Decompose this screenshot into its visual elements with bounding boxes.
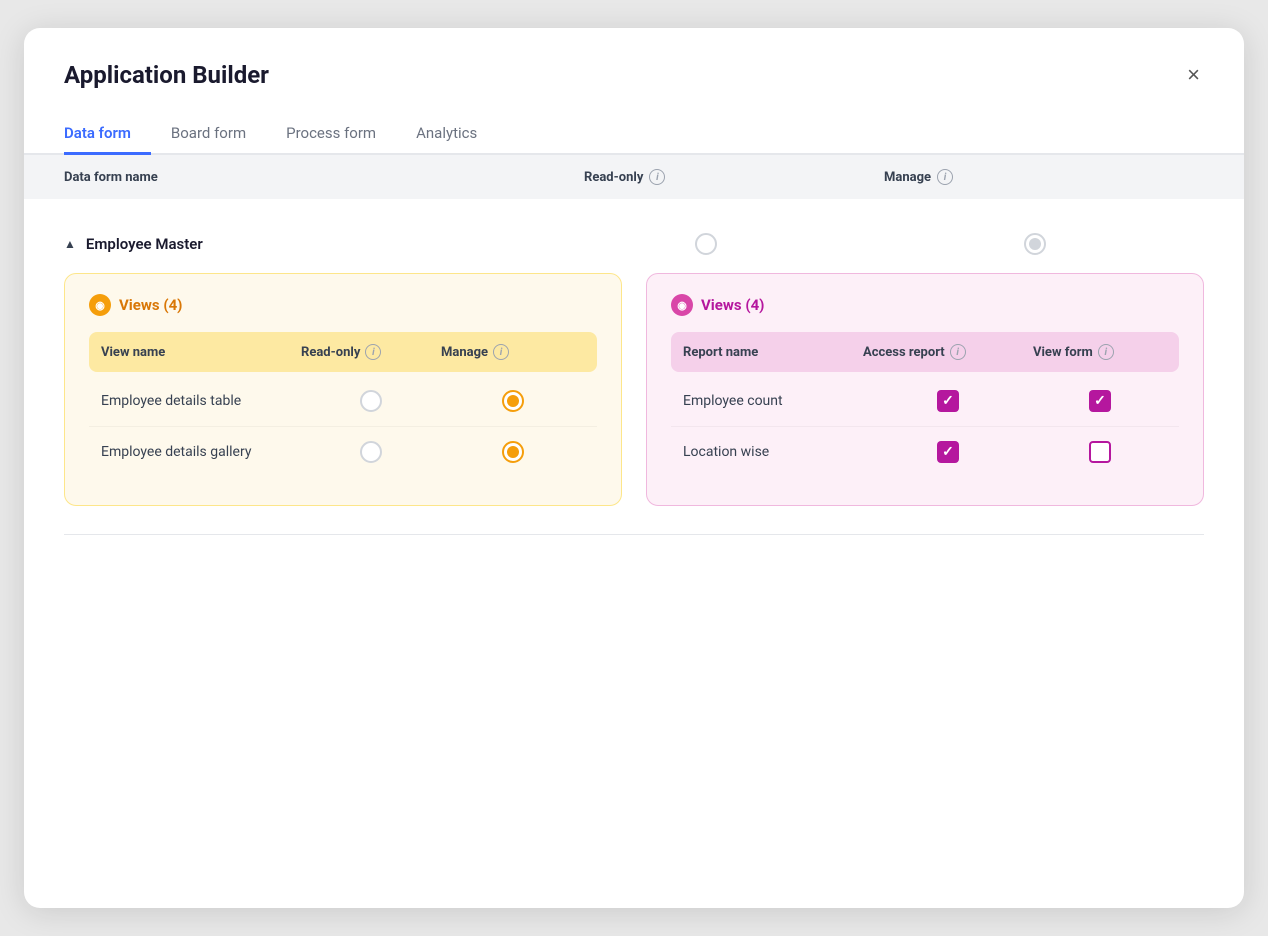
radio-manage-selected[interactable] xyxy=(1024,233,1046,255)
right-row0-view-check[interactable]: ✓ xyxy=(1033,390,1167,412)
right-row0-access-check[interactable]: ✓ xyxy=(863,390,1033,412)
col-header-manage: Manage i xyxy=(884,169,1204,185)
right-col-view-form: View form i xyxy=(1033,344,1167,360)
checkmark-icon: ✓ xyxy=(942,445,954,459)
application-builder-modal: Application Builder × Data form Board fo… xyxy=(24,28,1244,908)
modal-title: Application Builder xyxy=(64,61,269,89)
views-panels: ◉ Views (4) View name Read-only i Manage… xyxy=(64,273,1204,506)
tab-analytics[interactable]: Analytics xyxy=(396,114,497,155)
left-row0-readonly-radio[interactable] xyxy=(301,390,441,412)
close-button[interactable]: × xyxy=(1183,60,1204,90)
left-views-icon: ◉ xyxy=(89,294,111,316)
right-views-icon: ◉ xyxy=(671,294,693,316)
readonly-info-icon[interactable]: i xyxy=(649,169,665,185)
left-col-view-name: View name xyxy=(101,345,301,360)
left-panel-row-1: Employee details gallery xyxy=(89,427,597,477)
view-name-1: Employee details gallery xyxy=(101,444,301,460)
tab-process-form[interactable]: Process form xyxy=(266,114,396,155)
employee-master-readonly-radio[interactable] xyxy=(556,233,856,255)
view-name-0: Employee details table xyxy=(101,393,301,409)
left-manage-info-icon[interactable]: i xyxy=(493,344,509,360)
left-views-panel: ◉ Views (4) View name Read-only i Manage… xyxy=(64,273,622,506)
checkmark-icon: ✓ xyxy=(1094,394,1106,408)
radio-filled-icon[interactable] xyxy=(502,441,524,463)
radio-empty-icon[interactable] xyxy=(360,441,382,463)
left-panel-table-header: View name Read-only i Manage i xyxy=(89,332,597,372)
employee-master-row: ▲ Employee Master xyxy=(64,223,1204,273)
col-header-readonly: Read-only i xyxy=(584,169,884,185)
employee-master-manage-radio[interactable] xyxy=(866,233,1204,255)
right-views-title: Views (4) xyxy=(701,296,764,314)
left-col-manage: Manage i xyxy=(441,344,585,360)
content-area: ▲ Employee Master ◉ Views (4) View name xyxy=(24,199,1244,908)
right-row1-access-check[interactable]: ✓ xyxy=(863,441,1033,463)
tab-data-form[interactable]: Data form xyxy=(64,114,151,155)
right-panel-header: ◉ Views (4) xyxy=(671,294,1179,316)
checkbox-empty-icon[interactable] xyxy=(1089,441,1111,463)
report-name-1: Location wise xyxy=(683,444,863,460)
checkbox-checked-icon[interactable]: ✓ xyxy=(937,441,959,463)
checkbox-checked-icon[interactable]: ✓ xyxy=(1089,390,1111,412)
col-header-name: Data form name xyxy=(64,170,584,185)
right-panel-row-1: Location wise ✓ xyxy=(671,427,1179,477)
left-row0-manage-radio[interactable] xyxy=(441,390,585,412)
checkmark-icon: ✓ xyxy=(942,394,954,408)
left-panel-row-0: Employee details table xyxy=(89,376,597,427)
right-col-access: Access report i xyxy=(863,344,1033,360)
radio-readonly-empty[interactable] xyxy=(695,233,717,255)
modal-header: Application Builder × xyxy=(24,28,1244,90)
right-access-info-icon[interactable]: i xyxy=(950,344,966,360)
right-col-report-name: Report name xyxy=(683,345,863,360)
left-row1-readonly-radio[interactable] xyxy=(301,441,441,463)
left-views-title: Views (4) xyxy=(119,296,182,314)
tabs-row: Data form Board form Process form Analyt… xyxy=(24,114,1244,155)
right-panel-table-header: Report name Access report i View form i xyxy=(671,332,1179,372)
right-panel-row-0: Employee count ✓ ✓ xyxy=(671,376,1179,427)
radio-empty-icon[interactable] xyxy=(360,390,382,412)
checkbox-checked-icon[interactable]: ✓ xyxy=(937,390,959,412)
bottom-divider xyxy=(64,534,1204,535)
table-header: Data form name Read-only i Manage i xyxy=(24,155,1244,199)
employee-master-label: Employee Master xyxy=(86,235,546,253)
right-view-info-icon[interactable]: i xyxy=(1098,344,1114,360)
manage-info-icon[interactable]: i xyxy=(937,169,953,185)
left-col-readonly: Read-only i xyxy=(301,344,441,360)
tab-board-form[interactable]: Board form xyxy=(151,114,266,155)
left-row1-manage-radio[interactable] xyxy=(441,441,585,463)
right-row1-view-check[interactable] xyxy=(1033,441,1167,463)
right-views-panel: ◉ Views (4) Report name Access report i … xyxy=(646,273,1204,506)
report-name-0: Employee count xyxy=(683,393,863,409)
radio-filled-icon[interactable] xyxy=(502,390,524,412)
left-panel-header: ◉ Views (4) xyxy=(89,294,597,316)
left-readonly-info-icon[interactable]: i xyxy=(365,344,381,360)
collapse-arrow-icon[interactable]: ▲ xyxy=(64,237,76,251)
